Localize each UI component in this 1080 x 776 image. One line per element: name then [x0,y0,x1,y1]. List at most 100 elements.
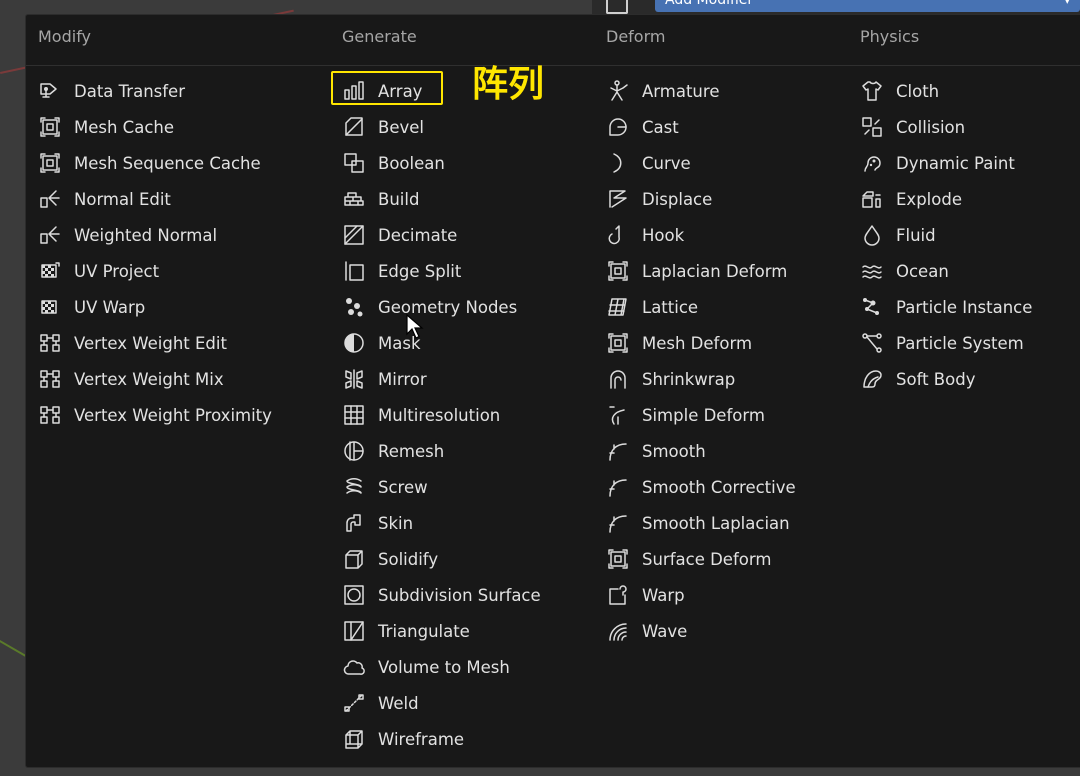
menu-item-mesh-cache[interactable]: Mesh Cache [38,112,174,142]
menu-item-label: Build [378,189,420,209]
smooth-icon [606,439,630,463]
cloth-icon [860,79,884,103]
menu-item-curve[interactable]: Curve [606,148,691,178]
menu-item-label: Dynamic Paint [896,153,1015,173]
menu-item-normal-edit[interactable]: Normal Edit [38,184,171,214]
menu-item-multiresolution[interactable]: Multiresolution [342,400,500,430]
menu-item-cloth[interactable]: Cloth [860,76,939,106]
surface-deform-icon [606,547,630,571]
menu-item-surface-deform[interactable]: Surface Deform [606,544,771,574]
lattice-icon [606,295,630,319]
menu-item-label: Cloth [896,81,940,101]
menu-item-lattice[interactable]: Lattice [606,292,698,322]
menu-item-warp[interactable]: Warp [606,580,685,610]
menu-item-label: Volume to Mesh [378,657,510,677]
menu-item-label: Skin [378,513,414,533]
header-separator [26,65,1080,66]
menu-item-wireframe[interactable]: Wireframe [342,724,464,754]
menu-item-label: Cast [642,117,679,137]
cast-icon [606,115,630,139]
remesh-icon [342,439,366,463]
menu-item-label: Vertex Weight Edit [74,333,227,353]
menu-item-label: Edge Split [378,261,462,281]
menu-item-armature[interactable]: Armature [606,76,719,106]
menu-item-screw[interactable]: Screw [342,472,428,502]
menu-item-mesh-sequence-cache[interactable]: Mesh Sequence Cache [38,148,261,178]
menu-item-particle-system[interactable]: Particle System [860,328,1024,358]
menu-item-smooth[interactable]: Smooth [606,436,706,466]
displace-icon [606,187,630,211]
edge-split-icon [342,259,366,283]
menu-item-label: Vertex Weight Mix [74,369,224,389]
menu-item-volume-to-mesh[interactable]: Volume to Mesh [342,652,510,682]
menu-item-weighted-normal[interactable]: Weighted Normal [38,220,217,250]
menu-item-label: Normal Edit [74,189,171,209]
menu-item-uv-warp[interactable]: UV Warp [38,292,145,322]
smooth-corrective-icon [606,475,630,499]
menu-item-shrinkwrap[interactable]: Shrinkwrap [606,364,735,394]
column-header-generate: Generate [342,27,417,46]
menu-item-label: Mesh Sequence Cache [74,153,261,173]
menu-item-label: Explode [896,189,962,209]
menu-item-ocean[interactable]: Ocean [860,256,949,286]
menu-item-label: Vertex Weight Proximity [74,405,272,425]
boolean-icon [342,151,366,175]
array-highlight-box [331,71,443,105]
menu-item-hook[interactable]: Hook [606,220,684,250]
particle-system-icon [860,331,884,355]
menu-item-simple-deform[interactable]: Simple Deform [606,400,765,430]
decimate-icon [342,223,366,247]
menu-item-laplacian-deform[interactable]: Laplacian Deform [606,256,787,286]
menu-item-weld[interactable]: Weld [342,688,419,718]
menu-item-build[interactable]: Build [342,184,419,214]
menu-item-cast[interactable]: Cast [606,112,679,142]
menu-item-vertex-weight-mix[interactable]: Vertex Weight Mix [38,364,224,394]
menu-item-label: Subdivision Surface [378,585,541,605]
menu-item-particle-instance[interactable]: Particle Instance [860,292,1032,322]
menu-item-label: Decimate [378,225,458,245]
menu-item-bevel[interactable]: Bevel [342,112,424,142]
mesh-sequence-cache-icon [38,151,62,175]
menu-item-label: Weld [378,693,419,713]
menu-item-triangulate[interactable]: Triangulate [342,616,470,646]
menu-item-subdivision-surface[interactable]: Subdivision Surface [342,580,541,610]
menu-item-label: Smooth Laplacian [642,513,790,533]
menu-item-data-transfer[interactable]: Data Transfer [38,76,185,106]
menu-item-solidify[interactable]: Solidify [342,544,438,574]
menu-item-label: Lattice [642,297,699,317]
menu-item-label: Collision [896,117,966,137]
hook-icon [606,223,630,247]
menu-item-vertex-weight-proximity[interactable]: Vertex Weight Proximity [38,400,272,430]
menu-item-smooth-corrective[interactable]: Smooth Corrective [606,472,796,502]
menu-item-mirror[interactable]: Mirror [342,364,427,394]
menu-item-boolean[interactable]: Boolean [342,148,445,178]
menu-item-soft-body[interactable]: Soft Body [860,364,975,394]
normal-edit-icon [38,187,62,211]
menu-item-fluid[interactable]: Fluid [860,220,936,250]
menu-item-edge-split[interactable]: Edge Split [342,256,461,286]
menu-item-label: Multiresolution [378,405,501,425]
menu-item-vertex-weight-edit[interactable]: Vertex Weight Edit [38,328,227,358]
menu-item-dynamic-paint[interactable]: Dynamic Paint [860,148,1015,178]
menu-item-decimate[interactable]: Decimate [342,220,457,250]
warp-icon [606,583,630,607]
menu-item-smooth-laplacian[interactable]: Smooth Laplacian [606,508,790,538]
screw-icon [342,475,366,499]
mouse-cursor-icon [406,314,424,339]
menu-item-label: Simple Deform [642,405,765,425]
menu-item-remesh[interactable]: Remesh [342,436,444,466]
menu-item-collision[interactable]: Collision [860,112,965,142]
menu-item-wave[interactable]: Wave [606,616,687,646]
menu-item-mesh-deform[interactable]: Mesh Deform [606,328,752,358]
menu-item-displace[interactable]: Displace [606,184,712,214]
menu-item-label: Remesh [378,441,445,461]
vertex-weight-edit-icon [38,331,62,355]
add-modifier-button[interactable]: Add Modifier ▾ [655,0,1080,12]
menu-item-label: UV Warp [74,297,146,317]
menu-item-skin[interactable]: Skin [342,508,413,538]
menu-item-explode[interactable]: Explode [860,184,962,214]
menu-item-uv-project[interactable]: UV Project [38,256,159,286]
menu-item-label: Shrinkwrap [642,369,736,389]
menu-item-geometry-nodes[interactable]: Geometry Nodes [342,292,517,322]
collision-icon [860,115,884,139]
